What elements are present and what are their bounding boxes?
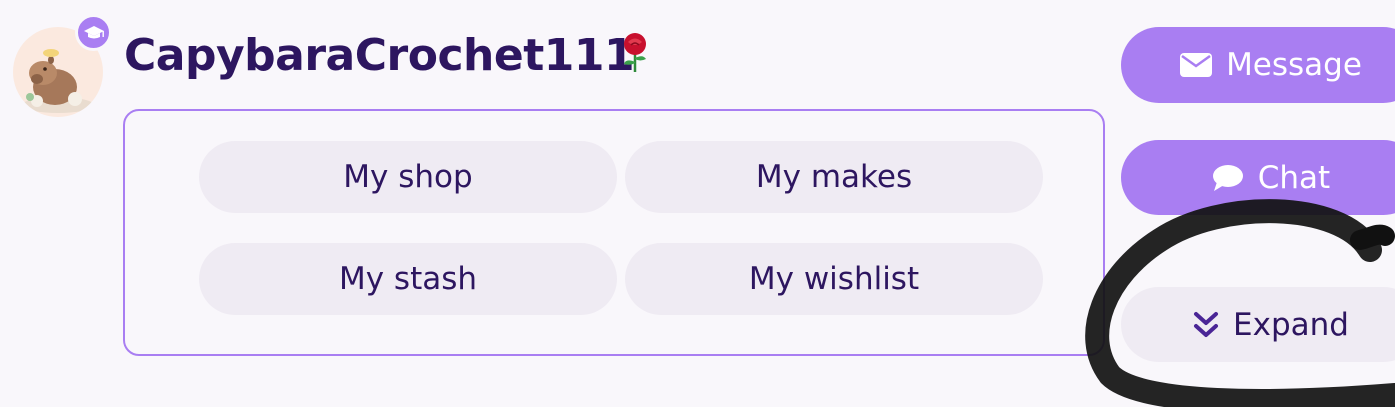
my-makes-button[interactable]: My makes (625, 141, 1043, 213)
expand-label: Expand (1233, 306, 1349, 343)
chat-button[interactable]: Chat (1121, 140, 1395, 215)
profile-links-panel: My shop My makes My stash My wishlist (123, 109, 1105, 356)
my-wishlist-button[interactable]: My wishlist (625, 243, 1043, 315)
envelope-icon (1180, 53, 1213, 77)
username: CapybaraCrochet111 (124, 30, 635, 81)
message-label: Message (1226, 47, 1362, 83)
message-button[interactable]: Message (1121, 27, 1395, 103)
graduation-cap-icon (75, 14, 112, 51)
expand-button[interactable]: Expand (1121, 287, 1395, 362)
chat-label: Chat (1257, 159, 1331, 196)
my-stash-button[interactable]: My stash (199, 243, 617, 315)
speech-bubble-icon (1212, 164, 1244, 192)
rose-emoji (618, 32, 652, 78)
my-shop-button[interactable]: My shop (199, 141, 617, 213)
user-profile-header: CapybaraCrochet111 My shop My makes My s… (0, 0, 1395, 407)
double-chevron-down-icon (1193, 311, 1219, 339)
